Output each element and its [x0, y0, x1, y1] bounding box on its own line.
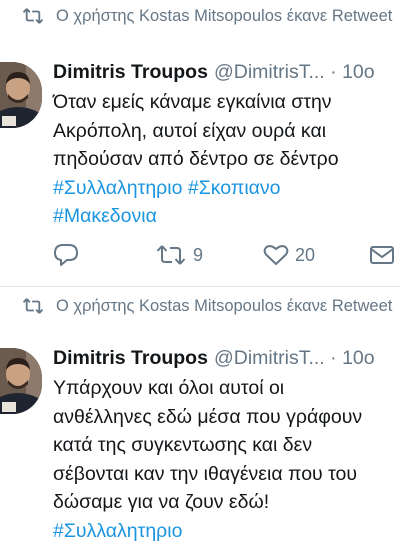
hashtag-link[interactable]: #Σκοπιανο	[188, 177, 281, 199]
tweet-header: Dimitris Troupos @DimitrisT... · 10ο	[53, 344, 400, 372]
tweet-text-line: ανθέλληνες εδώ μέσα που γράφουν	[53, 403, 400, 432]
author-handle[interactable]: @DimitrisT...	[214, 61, 325, 83]
like-button[interactable]: 20	[263, 240, 315, 270]
separator-dot: ·	[330, 61, 337, 83]
tweet-text-line: Όταν εμείς κάναμε εγκαίνια στην	[53, 88, 400, 117]
tweet-text: Υπάρχουν και όλοι αυτοί οι ανθέλληνες εδ…	[53, 374, 400, 545]
author-name[interactable]: Dimitris Troupos	[53, 347, 208, 369]
hashtag-link[interactable]: #Συλλαλητηριο	[53, 177, 182, 199]
hashtag-line: #Συλλαλητηριο #Σκοπιανο	[53, 174, 400, 203]
avatar-photo	[0, 62, 42, 128]
hashtag-line: #Συλλαλητηριο	[53, 517, 400, 545]
envelope-icon	[369, 244, 395, 266]
tweet-actions: 9 20	[53, 240, 400, 270]
hashtag-link[interactable]: #Συλλαλητηριο	[53, 520, 182, 542]
retweet-icon	[22, 7, 44, 25]
avatar-photo	[0, 348, 42, 414]
tweet-text-line: Ακρόπολη, αυτοί είχαν ουρά και	[53, 117, 400, 146]
tweet-text-line: πηδούσαν από δέντρο σε δέντρο	[53, 145, 400, 174]
retweet-count: 9	[193, 245, 203, 266]
retweet-header-text: Ο χρήστης Kostas Mitsopoulos έκανε Retwe…	[56, 4, 396, 28]
retweet-header-text: Ο χρήστης Kostas Mitsopoulos έκανε Retwe…	[56, 294, 396, 318]
tweet-text-line: σέβονται καν την ιθαγένεια που του	[53, 460, 400, 489]
retweet-button[interactable]: 9	[155, 240, 203, 270]
separator-dot: ·	[330, 347, 337, 369]
direct-message-button[interactable]	[369, 240, 395, 270]
hashtag-line: #Μακεδονια	[53, 202, 400, 231]
tweet-text-line: κατά της συγκεντωσης και δεν	[53, 431, 400, 460]
tweet-text-line: Υπάρχουν και όλοι αυτοί οι	[53, 374, 400, 403]
retweet-icon	[155, 243, 187, 267]
avatar[interactable]	[0, 62, 42, 128]
tweet-timestamp[interactable]: 10ο	[342, 347, 375, 369]
divider	[0, 286, 400, 287]
author-handle[interactable]: @DimitrisT...	[214, 347, 325, 369]
tweet-card[interactable]: Ο χρήστης Kostas Mitsopoulos έκανε Retwe…	[0, 0, 400, 285]
avatar[interactable]	[0, 348, 42, 414]
reply-icon	[53, 243, 79, 267]
like-count: 20	[295, 245, 315, 266]
tweet-card[interactable]: Ο χρήστης Kostas Mitsopoulos έκανε Retwe…	[0, 290, 400, 533]
tweet-header: Dimitris Troupos @DimitrisT... · 10ο	[53, 58, 400, 86]
tweet-timestamp[interactable]: 10ο	[342, 61, 375, 83]
retweet-icon	[22, 297, 44, 315]
heart-icon	[263, 243, 289, 267]
author-name[interactable]: Dimitris Troupos	[53, 61, 208, 83]
reply-button[interactable]	[53, 240, 79, 270]
tweet-text-line: δώσαμε για να ζουν εδώ!	[53, 488, 400, 517]
tweet-text: Όταν εμείς κάναμε εγκαίνια στην Ακρόπολη…	[53, 88, 400, 231]
hashtag-link[interactable]: #Μακεδονια	[53, 205, 157, 227]
